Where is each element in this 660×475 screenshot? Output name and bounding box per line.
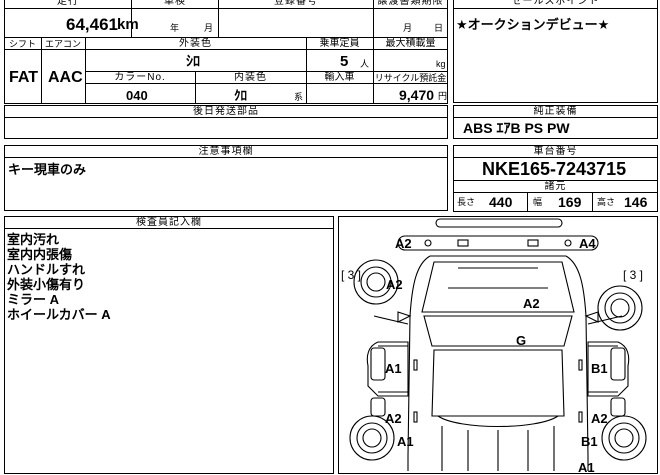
chassis-label: 車台番号: [533, 146, 578, 157]
inspector-line: ミラー A: [7, 292, 60, 307]
mark-side-right-count: [ 3 ]: [623, 268, 644, 282]
shift-value: FAT: [9, 69, 39, 86]
front-grille-shape: [397, 235, 599, 251]
length-label: 長さ: [457, 197, 476, 207]
mark-left-door-front: A1: [385, 361, 402, 376]
interior-value: ｸﾛ: [234, 88, 247, 103]
mileage-unit: km: [117, 16, 139, 33]
width-label: 幅: [533, 197, 543, 207]
transfer-month-unit: 月: [403, 23, 413, 33]
height-value: 146: [624, 194, 648, 210]
mark-glass: G: [516, 333, 527, 348]
length-value: 440: [489, 194, 513, 210]
import-label: 輸入車: [324, 72, 355, 83]
windshield-shape: [423, 315, 573, 347]
inspector-line: 室内内張傷: [7, 247, 73, 262]
inspector-line: ホイールカバー A: [7, 307, 111, 322]
hood-shape: [421, 261, 575, 313]
mileage-value: 64,461: [66, 15, 118, 34]
roof-shape: [431, 349, 565, 417]
mark-side-left-count: [ 3 ]: [341, 268, 362, 282]
notes-text: キー現車のみ: [8, 162, 87, 177]
mark-left-fender: A2: [386, 277, 403, 292]
mark-front-right: A4: [579, 236, 596, 251]
color-no-value: 040: [126, 88, 148, 103]
exterior-value: ｼﾛ: [186, 53, 200, 69]
width-value: 169: [558, 194, 582, 210]
aircon-value: AAC: [48, 69, 83, 86]
chassis-value: NKE165-7243715: [482, 159, 627, 179]
front-right-wheel-shape: [597, 285, 643, 331]
rear-right-wheel-shape: [601, 415, 647, 461]
inspector-line: 室内汚れ: [7, 232, 60, 247]
exterior-label: 外装色: [179, 38, 212, 49]
max-load-label: 最大積載量: [385, 38, 436, 49]
mark-hood: A2: [523, 296, 540, 311]
inspector-line: ハンドルすれ: [7, 262, 86, 277]
mark-front-left: A2: [395, 236, 412, 251]
front-bumper-shape: [435, 218, 563, 228]
capacity-value: 5: [340, 53, 349, 70]
aircon-label: エアコン: [44, 39, 81, 49]
color-no-label: カラーNo.: [114, 72, 166, 83]
shaken-year-unit: 年: [170, 23, 180, 33]
height-label: 高さ: [597, 197, 616, 207]
mark-right-door-rear: A2: [591, 411, 608, 426]
inspector-label: 検査員記入欄: [136, 217, 202, 228]
car-diagram: [349, 218, 647, 471]
capacity-unit: 人: [360, 59, 370, 69]
inspector-line: 外装小傷有り: [7, 277, 86, 292]
genuine-label: 純正装備: [533, 106, 578, 117]
later-parts-label: 後日発送部品: [193, 106, 259, 117]
load-unit: kg: [436, 59, 446, 69]
transfer-day-unit: 日: [434, 23, 444, 33]
mark-rear-bottom: A1: [578, 460, 595, 475]
genuine-value: ABS ｴｱB PS PW: [463, 120, 570, 136]
notes-label: 注意事項欄: [198, 146, 254, 157]
dims-label: 諸元: [544, 181, 567, 192]
interior-unit: 系: [294, 92, 304, 102]
mark-right-door-front: B1: [591, 361, 608, 376]
recycle-value: 9,470: [399, 87, 435, 103]
shaken-month-unit: 月: [204, 23, 214, 33]
sales-point-text: ★オークションデビュー★: [456, 17, 610, 32]
mileage-label: 走行: [57, 0, 79, 7]
recycle-unit: 円: [438, 91, 448, 101]
interior-label: 内装色: [234, 72, 267, 83]
transfer-doc-label: 譲渡書類期限: [377, 0, 444, 7]
mark-left-door-rear: A2: [385, 411, 402, 426]
mark-left-rear-wheel: A1: [397, 434, 414, 449]
mark-right-rear-wheel: B1: [581, 434, 598, 449]
shift-label: シフト: [8, 39, 36, 49]
capacity-label: 乗車定員: [319, 38, 360, 49]
registration-label: 登録番号: [274, 0, 318, 7]
recycle-label: リサイクル預託金: [374, 73, 447, 83]
sales-point-label: セールスポイント: [511, 0, 600, 7]
shaken-label: 車検: [164, 0, 186, 7]
